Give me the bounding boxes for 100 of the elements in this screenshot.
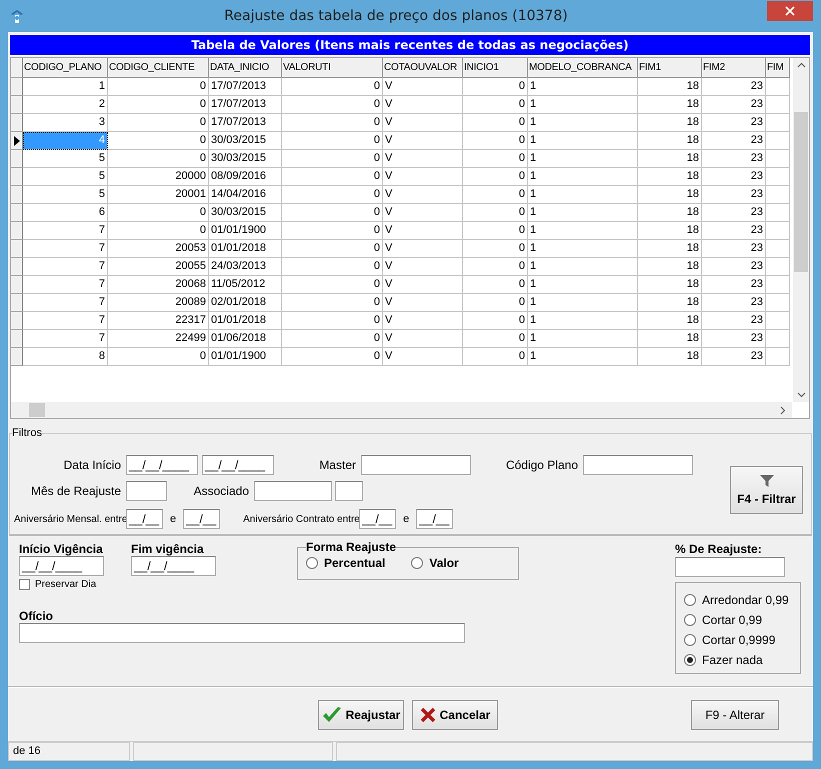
table-cell: 23 xyxy=(702,312,766,330)
table-cell: V xyxy=(383,222,463,240)
table-cell: 0 xyxy=(282,150,383,168)
table-cell: 0 xyxy=(463,132,528,150)
day-month-field[interactable]: __/__ xyxy=(126,509,163,529)
table-cell: 18 xyxy=(638,150,702,168)
input-field[interactable] xyxy=(126,481,167,501)
table-title: Tabela de Valores (Itens mais recentes de todas as negociações) xyxy=(10,35,810,55)
table-cell: 0 xyxy=(108,204,209,222)
table-cell: 0 xyxy=(108,78,209,96)
field-label: Mês de Reajuste xyxy=(30,484,122,498)
column-header[interactable]: VALORUTI xyxy=(282,58,383,78)
table-cell: 0 xyxy=(463,186,528,204)
column-header[interactable]: FIM2 xyxy=(702,58,766,78)
radio-button[interactable] xyxy=(306,557,318,569)
scroll-thumb[interactable] xyxy=(794,112,808,272)
table-cell: 23 xyxy=(702,186,766,204)
table-cell: 0 xyxy=(282,204,383,222)
checkbox[interactable] xyxy=(19,579,30,590)
radio-button[interactable] xyxy=(411,557,424,569)
input-field[interactable] xyxy=(361,455,471,475)
table-cell: 17/07/2013 xyxy=(209,78,282,96)
app-icon xyxy=(9,8,25,24)
table-cell: 1 xyxy=(528,132,638,150)
table-cell: 18 xyxy=(638,240,702,258)
table-cell xyxy=(766,222,790,240)
table-cell: 1 xyxy=(528,222,638,240)
input-field[interactable] xyxy=(675,557,785,577)
column-header[interactable]: COTAOUVALOR xyxy=(383,58,463,78)
date-field[interactable]: __/__/____ xyxy=(202,455,274,475)
table-cell: 1 xyxy=(528,258,638,276)
date-field[interactable]: __/__/____ xyxy=(126,455,198,475)
input-field[interactable] xyxy=(19,623,465,643)
radio-option[interactable]: Arredondar 0,99 xyxy=(684,593,792,607)
table-cell: 20068 xyxy=(108,276,209,294)
radio-button[interactable] xyxy=(684,614,696,626)
radio-option[interactable]: Cortar 0,9999 xyxy=(684,633,792,647)
scroll-down-icon[interactable] xyxy=(796,392,806,398)
action-button[interactable]: Cancelar xyxy=(412,700,498,730)
action-button[interactable]: Reajustar xyxy=(318,700,404,730)
column-header[interactable]: CODIGO_PLANO xyxy=(23,58,108,78)
field-label: Aniversário Contrato entre xyxy=(243,514,360,524)
column-header[interactable]: FIM xyxy=(766,58,790,78)
table-cell: 1 xyxy=(528,150,638,168)
radio-option[interactable]: Cortar 0,99 xyxy=(684,613,792,627)
date-field[interactable]: __/__/____ xyxy=(19,556,104,576)
input-field[interactable] xyxy=(583,455,693,475)
status-text: de 16 xyxy=(8,742,130,761)
radio-option[interactable]: Fazer nada xyxy=(684,653,792,667)
table-cell: 7 xyxy=(23,294,108,312)
input-field[interactable] xyxy=(254,481,332,501)
table-cell: 0 xyxy=(108,132,209,150)
column-header[interactable]: MODELO_COBRANCA xyxy=(528,58,638,78)
scroll-up-icon[interactable] xyxy=(796,62,806,68)
scroll-thumb[interactable] xyxy=(29,403,45,417)
horizontal-scrollbar[interactable] xyxy=(11,402,792,418)
day-month-field[interactable]: __/__ xyxy=(183,509,220,529)
column-header[interactable]: CODIGO_CLIENTE xyxy=(108,58,209,78)
radio-button[interactable] xyxy=(684,654,696,666)
column-header[interactable]: FIM1 xyxy=(638,58,702,78)
table-cell: 2 xyxy=(23,96,108,114)
table-cell: 23 xyxy=(702,78,766,96)
table-cell: 1 xyxy=(23,78,108,96)
table-cell: 18 xyxy=(638,276,702,294)
column-header[interactable]: INICIO1 xyxy=(463,58,528,78)
field-label: Ofício xyxy=(19,609,54,623)
table-cell: 18 xyxy=(638,348,702,366)
table-cell: 7 xyxy=(23,222,108,240)
table-cell: 23 xyxy=(702,114,766,132)
table-cell: 20053 xyxy=(108,240,209,258)
radio-button[interactable] xyxy=(684,594,696,606)
table-cell: 22317 xyxy=(108,312,209,330)
table-cell: 1 xyxy=(528,294,638,312)
scroll-right-icon[interactable] xyxy=(780,406,786,414)
close-button[interactable] xyxy=(767,1,813,21)
table-cell: 0 xyxy=(463,294,528,312)
table-cell xyxy=(766,330,790,348)
radio-option[interactable]: Valor xyxy=(411,556,459,570)
day-month-field[interactable]: __/__ xyxy=(416,509,454,529)
radio-option[interactable]: Percentual xyxy=(306,556,386,570)
table-cell: 01/01/2018 xyxy=(209,240,282,258)
row-indicator[interactable] xyxy=(11,132,23,150)
action-button[interactable]: F9 - Alterar xyxy=(691,700,779,730)
table-cell xyxy=(766,114,790,132)
table-cell: 18 xyxy=(638,330,702,348)
table-cell: V xyxy=(383,276,463,294)
input-field[interactable] xyxy=(335,481,363,501)
table-cell: 22499 xyxy=(108,330,209,348)
column-header[interactable]: DATA_INICIO xyxy=(209,58,282,78)
date-field[interactable]: __/__/____ xyxy=(131,556,216,576)
table-cell: 0 xyxy=(463,312,528,330)
filter-button[interactable]: F4 - Filtrar xyxy=(730,466,803,514)
radio-button[interactable] xyxy=(684,634,696,646)
table-cell: 1 xyxy=(528,276,638,294)
table-cell xyxy=(766,204,790,222)
vertical-scrollbar[interactable] xyxy=(793,58,809,402)
day-month-field[interactable]: __/__ xyxy=(359,509,396,529)
table-cell: 20055 xyxy=(108,258,209,276)
table-cell: 0 xyxy=(282,222,383,240)
table-cell xyxy=(766,294,790,312)
